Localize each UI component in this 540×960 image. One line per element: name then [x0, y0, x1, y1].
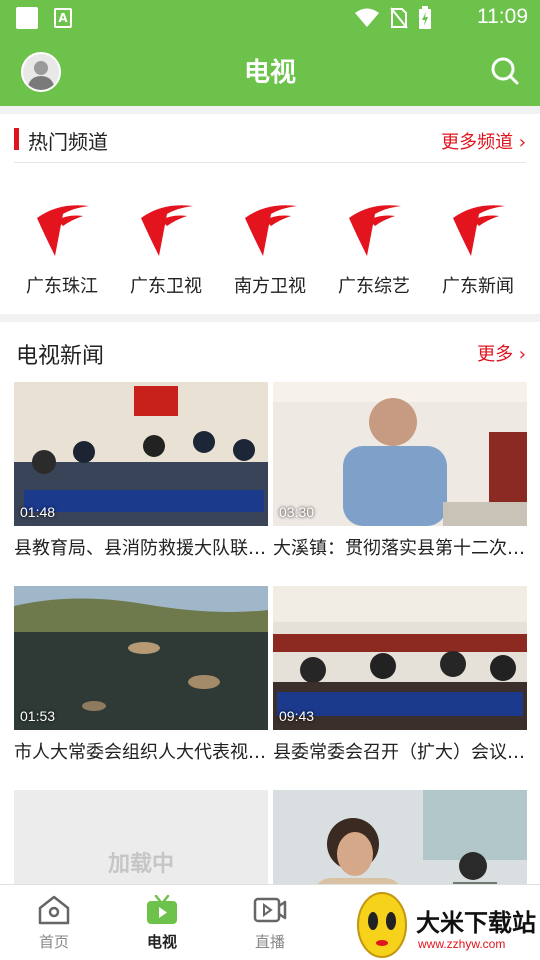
- hot-channels-section: 热门频道 更多频道 › 广东珠江 广东卫视 南方卫视 广东综艺 广东新闻: [0, 114, 540, 314]
- tv-news-section: 电视新闻 更多 › 01:48 县教育局、县消防救援大队联合开展…: [0, 322, 540, 884]
- loading-placeholder: 加载中: [14, 790, 268, 884]
- news-title: 大溪镇：贯彻落实县第十二次党代会…: [273, 538, 527, 559]
- tab-label: 电视: [146, 933, 177, 951]
- tab-home[interactable]: 首页: [14, 895, 94, 952]
- channel-item-variety[interactable]: 广东综艺: [326, 196, 422, 298]
- thumbnail-image: [273, 790, 527, 884]
- channel-logo-icon: [37, 205, 89, 256]
- channel-label: 南方卫视: [234, 276, 306, 297]
- video-thumbnail[interactable]: [273, 790, 527, 884]
- section-accent-bar: [14, 128, 19, 150]
- video-duration: 01:53: [20, 708, 56, 724]
- video-thumbnail[interactable]: 01:53: [14, 586, 268, 730]
- channel-item-southern[interactable]: 南方卫视: [222, 196, 318, 298]
- news-title: 县委常委会召开（扩大）会议…: [273, 742, 525, 763]
- video-thumbnail[interactable]: 01:48: [14, 382, 268, 526]
- tab-live[interactable]: 直播: [230, 895, 310, 952]
- channel-logo-icon: [245, 205, 297, 256]
- news-card[interactable]: 加载中: [14, 790, 268, 884]
- bottom-navigation: 首页 电视 直播 大米下载站 www.zzhyw.com: [0, 884, 540, 960]
- channel-label: 广东卫视: [130, 276, 202, 297]
- home-icon: [38, 895, 70, 925]
- channel-item-zhujiang[interactable]: 广东珠江: [14, 196, 110, 298]
- channel-label: 广东新闻: [442, 276, 514, 297]
- battery-icon: [419, 6, 431, 29]
- notification-icon: [16, 7, 38, 29]
- no-sim-icon: [390, 7, 408, 29]
- news-title: 县教育局、县消防救援大队联合开展…: [14, 538, 268, 559]
- news-title: 市人大常委会组织人大代表视察…: [14, 742, 268, 763]
- news-card[interactable]: 01:53 市人大常委会组织人大代表视察…: [14, 586, 268, 768]
- tab-label: 首页: [38, 933, 69, 951]
- tab-tv[interactable]: 电视: [122, 895, 202, 952]
- more-news-link[interactable]: 更多 ›: [477, 340, 526, 366]
- video-thumbnail[interactable]: 加载中: [14, 790, 268, 884]
- channel-list: 广东珠江 广东卫视 南方卫视 广东综艺 广东新闻: [14, 196, 526, 298]
- wifi-icon: [355, 8, 379, 27]
- news-card[interactable]: 09:43 县委常委会召开（扩大）会议…: [273, 586, 527, 768]
- channel-logo-icon: [141, 205, 193, 256]
- section-header: 热门频道 更多频道 ›: [0, 114, 540, 164]
- rice-mascot-icon: [357, 892, 407, 958]
- search-icon: [491, 57, 519, 85]
- watermark-url: www.zzhyw.com: [418, 937, 506, 951]
- status-bar: A 11:09: [0, 0, 540, 36]
- watermark-text: 大米下载站: [416, 909, 536, 937]
- video-duration: 01:48: [20, 504, 56, 520]
- news-grid: 01:48 县教育局、县消防救援大队联合开展… 03:30 大溪镇：贯彻落实县第…: [14, 382, 527, 884]
- video-duration: 03:30: [279, 504, 315, 520]
- news-card[interactable]: 03:30 大溪镇：贯彻落实县第十二次党代会…: [273, 382, 527, 564]
- page-title: 电视: [243, 58, 296, 88]
- tab-label: 直播: [254, 933, 285, 951]
- more-channels-link[interactable]: 更多频道 ›: [441, 128, 526, 154]
- channel-logo-icon: [349, 205, 401, 256]
- hot-channels-title: 热门频道: [28, 130, 108, 154]
- search-button[interactable]: [490, 56, 520, 86]
- divider: [14, 162, 526, 163]
- live-video-icon: [253, 897, 287, 923]
- channel-item-satellite[interactable]: 广东卫视: [118, 196, 214, 298]
- channel-item-news[interactable]: 广东新闻: [430, 196, 526, 298]
- channel-label: 广东珠江: [26, 276, 98, 297]
- video-thumbnail[interactable]: 09:43: [273, 586, 527, 730]
- app-header: 电视: [0, 36, 540, 106]
- app-badge-icon: A: [54, 8, 72, 28]
- video-duration: 09:43: [279, 708, 315, 724]
- tv-icon: [147, 895, 177, 924]
- news-card[interactable]: 01:48 县教育局、县消防救援大队联合开展…: [14, 382, 268, 564]
- news-card[interactable]: [273, 790, 527, 884]
- video-thumbnail[interactable]: 03:30: [273, 382, 527, 526]
- channel-logo-icon: [453, 205, 505, 256]
- status-icons: [354, 6, 432, 30]
- tv-news-title: 电视新闻: [16, 344, 105, 369]
- clock: 11:09: [477, 5, 528, 28]
- channel-label: 广东综艺: [338, 276, 410, 297]
- watermark-logo: 大米下载站 www.zzhyw.com: [346, 887, 540, 960]
